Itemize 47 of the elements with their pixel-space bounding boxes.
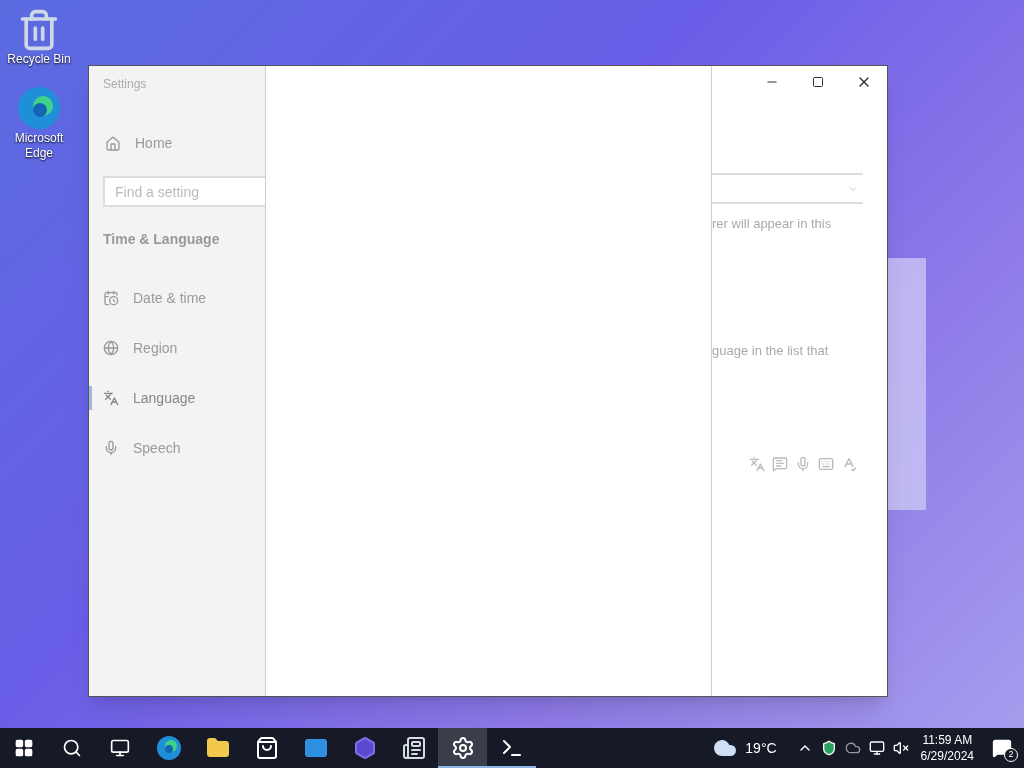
task-view-icon (110, 738, 130, 758)
nav-item[interactable]: Language (89, 386, 265, 410)
globe-icon (103, 340, 119, 356)
dropdown-field[interactable] (712, 173, 863, 204)
nav-item[interactable]: Speech (89, 436, 265, 460)
microphone-icon (103, 440, 119, 456)
maximize-icon (812, 76, 824, 88)
notifications-button[interactable]: 2 (980, 728, 1024, 768)
description-text: rer will appear in this (712, 215, 833, 233)
speech-bubble-icon (772, 456, 788, 472)
nav-item[interactable]: Region (89, 336, 265, 360)
cloud-icon (844, 740, 861, 756)
section-heading: Time & Language (103, 230, 221, 249)
window-title: Settings (103, 76, 148, 93)
notification-count: 2 (1004, 748, 1018, 762)
desktop-icon[interactable]: Recycle Bin (2, 8, 76, 67)
shopping-bag-icon (254, 736, 279, 760)
taskbar-app[interactable] (438, 728, 487, 768)
network-icon (868, 740, 885, 756)
home-icon (105, 135, 121, 152)
edge-logo-icon (155, 735, 182, 761)
desktop-icon-label: Recycle Bin (7, 52, 71, 67)
muted-speaker-icon (892, 740, 909, 756)
spell-check-icon (841, 456, 857, 472)
microphone-icon (795, 456, 811, 472)
clock-date: 6/29/2024 (920, 748, 974, 764)
language-icon (103, 390, 119, 406)
calendar-clock-icon (103, 290, 119, 306)
hexagon-icon (352, 736, 377, 760)
nav-item[interactable]: Date & time (89, 286, 265, 310)
weather-temperature: 19°C (745, 738, 777, 758)
edge-logo-icon (16, 85, 62, 131)
desktop-icon-label: Microsoft Edge (13, 131, 65, 161)
desktop-icon[interactable]: Microsoft Edge (2, 85, 76, 161)
windows-logo-icon (14, 738, 34, 758)
home-link[interactable]: Home (105, 133, 265, 154)
settings-icon (450, 736, 475, 760)
clock[interactable]: 11:59 AM 6/29/2024 (920, 732, 974, 764)
keyboard-icon (818, 456, 834, 472)
search-icon (62, 738, 82, 758)
description-text: guage in the list that (712, 341, 830, 360)
newspaper-icon (401, 736, 426, 760)
shield-icon (820, 740, 837, 756)
clock-time: 11:59 AM (922, 732, 973, 748)
folder-icon (205, 736, 230, 760)
search-field[interactable]: Find a setting (103, 176, 265, 207)
language-icon (749, 456, 765, 472)
